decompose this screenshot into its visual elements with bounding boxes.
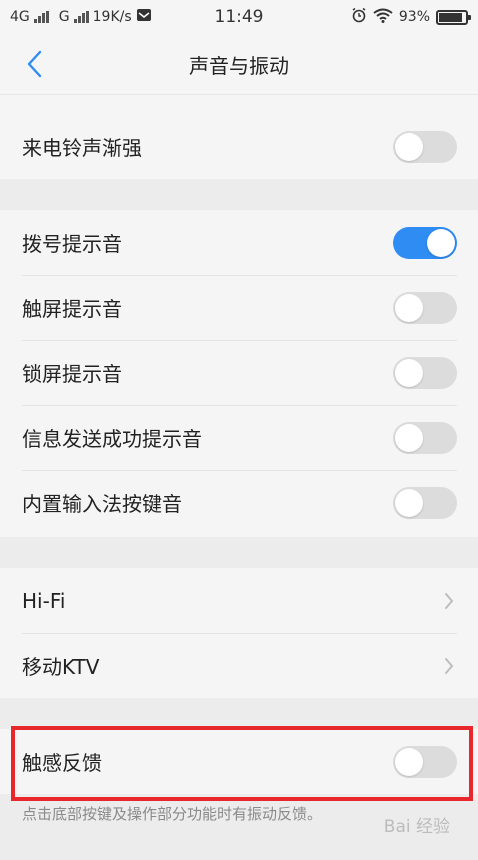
- network-speed: 19K/s: [92, 9, 132, 25]
- setting-label: 锁屏提示音: [22, 362, 122, 386]
- haptic-feedback-toggle[interactable]: [393, 745, 457, 778]
- toggle-knob: [395, 293, 423, 322]
- lock-tone-toggle[interactable]: [393, 356, 457, 389]
- chevron-right-icon: [441, 591, 457, 611]
- toggle-knob: [395, 423, 423, 452]
- network-label-1: 4G: [10, 9, 30, 25]
- setting-row-haptic-feedback[interactable]: 触感反馈: [0, 729, 478, 794]
- section-haptic: 触感反馈: [0, 729, 478, 794]
- setting-row-message-sent-tone[interactable]: 信息发送成功提示音: [0, 405, 478, 470]
- battery-fill: [439, 12, 463, 22]
- toggle-knob: [395, 358, 423, 387]
- signal-icon: [33, 11, 49, 23]
- setting-label: Hi-Fi: [22, 588, 66, 613]
- dial-tone-toggle[interactable]: [393, 226, 457, 259]
- wifi-icon: [373, 8, 393, 27]
- toggle-knob: [427, 228, 455, 257]
- status-left: 4G G 19K/s: [10, 8, 152, 26]
- setting-row-ktv[interactable]: 移动KTV: [0, 633, 478, 698]
- battery-percent: 93%: [398, 9, 430, 25]
- section-gap: [0, 94, 478, 114]
- setting-row-ring-crescendo[interactable]: 来电铃声渐强: [0, 114, 478, 179]
- section-tones: 拨号提示音 触屏提示音 锁屏提示音 信息发送成功提示音 内置输入法按键音: [0, 210, 478, 535]
- setting-label: 移动KTV: [22, 655, 100, 679]
- toggle-knob: [395, 488, 423, 517]
- message-icon: [136, 8, 152, 26]
- toggle-knob: [395, 747, 423, 776]
- setting-label: 信息发送成功提示音: [22, 427, 202, 451]
- signal-icon-2: [73, 11, 89, 23]
- chevron-right-icon: [441, 656, 457, 676]
- section-gap: [0, 537, 478, 568]
- setting-label: 触感反馈: [22, 751, 102, 775]
- page-title: 声音与振动: [189, 53, 289, 78]
- keyboard-tone-toggle[interactable]: [393, 486, 457, 519]
- setting-row-keyboard-tone[interactable]: 内置输入法按键音: [0, 470, 478, 535]
- setting-label: 来电铃声渐强: [22, 136, 142, 160]
- battery-icon: [436, 9, 471, 25]
- toggle-knob: [395, 132, 423, 161]
- setting-row-hifi[interactable]: Hi-Fi: [0, 568, 478, 633]
- chevron-left-icon: [27, 50, 42, 78]
- status-bar: 4G G 19K/s 11:49 93%: [0, 0, 478, 34]
- back-button[interactable]: [18, 48, 50, 80]
- setting-label: 内置输入法按键音: [22, 492, 182, 516]
- watermark: Bai 经验: [383, 817, 450, 837]
- touch-tone-toggle[interactable]: [393, 291, 457, 324]
- section-audio: Hi-Fi 移动KTV: [0, 568, 478, 698]
- network-label-2: G: [58, 9, 70, 25]
- section-ring: 来电铃声渐强: [0, 114, 478, 179]
- section-gap: [0, 698, 478, 729]
- setting-row-dial-tone[interactable]: 拨号提示音: [0, 210, 478, 275]
- page-header: 声音与振动: [0, 34, 478, 94]
- ring-crescendo-toggle[interactable]: [393, 130, 457, 163]
- setting-row-lock-tone[interactable]: 锁屏提示音: [0, 340, 478, 405]
- setting-label: 触屏提示音: [22, 297, 122, 321]
- status-right: 93%: [351, 7, 471, 27]
- setting-row-touch-tone[interactable]: 触屏提示音: [0, 275, 478, 340]
- setting-label: 拨号提示音: [22, 232, 122, 256]
- message-sent-tone-toggle[interactable]: [393, 421, 457, 454]
- section-gap: [0, 179, 478, 210]
- haptic-description: 点击底部按键及操作部分功能时有振动反馈。: [22, 805, 323, 823]
- alarm-icon: [351, 7, 367, 27]
